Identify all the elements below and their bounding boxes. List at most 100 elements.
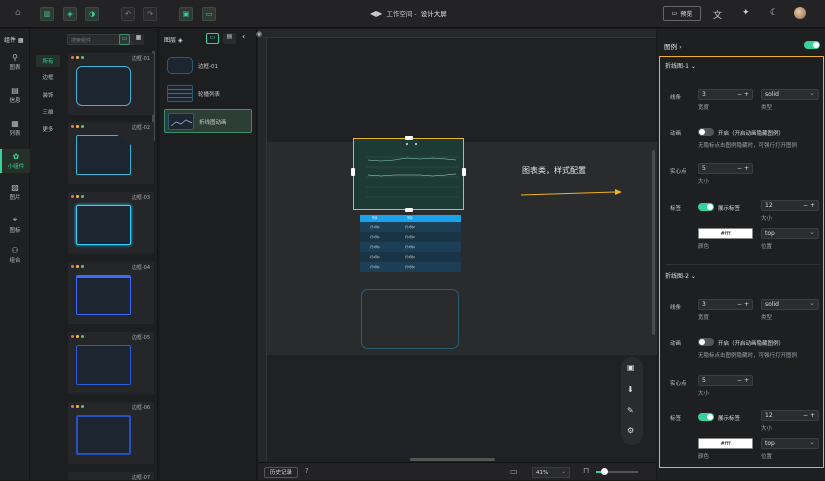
stepper-icon[interactable]: − + xyxy=(803,411,815,421)
layer-thumbnail xyxy=(167,57,193,74)
fit-screen-icon[interactable]: ▭ xyxy=(510,467,518,476)
component-card[interactable]: 边框-07 xyxy=(68,472,154,481)
stepper-icon[interactable]: − + xyxy=(737,90,749,100)
stepper-icon[interactable]: − + xyxy=(737,300,749,310)
component-card[interactable]: 边框-05 xyxy=(68,332,154,394)
collapse-icon[interactable]: ‹ xyxy=(242,32,245,41)
nav-item-info[interactable]: ▤ 信息 xyxy=(0,86,30,104)
stepper-icon[interactable]: − + xyxy=(737,376,749,386)
nav-item-image[interactable]: ▨ 图片 xyxy=(0,183,30,201)
resize-handle-right[interactable] xyxy=(462,168,466,176)
preview-button[interactable]: ▭ 预览 xyxy=(663,6,701,21)
tag-color-picker[interactable]: #fff xyxy=(698,438,753,449)
canvas-scrollbar-h[interactable] xyxy=(410,458,495,461)
subcat-decoration[interactable]: 装饰 xyxy=(36,89,60,101)
tag-position-select[interactable]: top xyxy=(761,437,819,449)
edit-icon[interactable]: ✎ xyxy=(627,406,634,415)
moon-icon[interactable]: ☾ xyxy=(770,8,778,18)
animation-option: 开启（开启动画隐藏图例） xyxy=(718,131,785,137)
undo-icon[interactable]: ↶ xyxy=(121,7,135,21)
lock-icon[interactable]: ⊓ xyxy=(583,466,589,475)
layers-icon[interactable]: ◈ xyxy=(63,7,77,21)
tag-size-label: 大小 xyxy=(761,426,773,432)
table-row: 行1列1 行1列2 xyxy=(360,222,461,232)
tag-size-input[interactable]: 12− + xyxy=(761,410,819,421)
color-label: 颜色 xyxy=(698,244,710,250)
help-icon[interactable]: ? xyxy=(305,467,309,475)
layer-item[interactable]: 轮播列表 xyxy=(164,82,252,106)
section-title[interactable]: 折线图-2 ⌄ xyxy=(665,271,696,280)
bar-chart-icon[interactable]: ▥ xyxy=(40,7,54,21)
resize-handle-bottom[interactable] xyxy=(405,208,413,212)
thumbnail-view-icon[interactable]: ▭ xyxy=(206,33,219,44)
subcat-3d[interactable]: 三维 xyxy=(36,106,60,118)
download-icon[interactable]: ⬇ xyxy=(627,385,634,394)
eye-icon[interactable]: ◉ xyxy=(256,30,262,38)
subcat-border[interactable]: 边框 xyxy=(36,71,60,83)
settings-icon[interactable]: ⚙ xyxy=(627,426,634,435)
component-card[interactable]: 边框-06 xyxy=(68,402,154,464)
tag-size-input[interactable]: 12− + xyxy=(761,200,819,211)
layer-item[interactable]: 边框-01 xyxy=(164,54,252,78)
grid-view-icon[interactable]: ▦ xyxy=(133,34,144,45)
line-type-select[interactable]: solid xyxy=(761,298,819,310)
tag-position-select[interactable]: top xyxy=(761,227,819,239)
component-card[interactable]: 边框-03 xyxy=(68,192,154,254)
workspace-label[interactable]: 工作空间 - xyxy=(386,8,416,18)
legend-toggle[interactable] xyxy=(804,41,820,49)
component-card[interactable]: 边框-02 xyxy=(68,122,154,184)
resize-handle-top[interactable] xyxy=(405,136,413,140)
search-input[interactable]: 搜索组件⚲ xyxy=(67,34,143,45)
component-card[interactable]: 边框-04 xyxy=(68,262,154,324)
zoom-slider-handle[interactable] xyxy=(601,468,608,475)
line-width-input[interactable]: 3− + xyxy=(698,89,753,100)
nav-item-chart[interactable]: ⚲ 图表 xyxy=(0,53,30,71)
animation-toggle[interactable] xyxy=(698,338,714,346)
canvas-scrollbar[interactable] xyxy=(652,150,655,335)
carousel-table-widget[interactable]: 列1 列2 行1列1 行1列2 行2列1 行2列2 行3列1 行3列2 行4列1 行4列2… xyxy=(360,215,461,273)
nav-item-group[interactable]: ⚇ 组合 xyxy=(0,246,30,264)
stepper-icon[interactable]: − + xyxy=(803,201,815,211)
tag-color-picker[interactable]: #fff xyxy=(698,228,753,239)
pie-icon[interactable]: ◑ xyxy=(85,7,99,21)
line-chart-widget[interactable] xyxy=(351,136,466,212)
point-size-input[interactable]: 5− + xyxy=(698,375,753,386)
home-icon[interactable]: ⌂ xyxy=(15,8,21,18)
text-view-icon[interactable]: ▤ xyxy=(223,33,236,44)
save-icon[interactable]: ▣ xyxy=(179,7,193,21)
tag-label: 标签 xyxy=(670,206,682,212)
section-title[interactable]: 折线图-1 ⌄ xyxy=(665,61,696,70)
subcat-all[interactable]: 所有 xyxy=(36,55,60,67)
show-tag-toggle[interactable] xyxy=(698,203,714,211)
subcat-more[interactable]: 更多 xyxy=(36,123,60,135)
component-card[interactable]: 边框-01 xyxy=(68,53,154,115)
show-tag-toggle[interactable] xyxy=(698,413,714,421)
screen-icon[interactable]: ▭ xyxy=(202,7,216,21)
chevron-right-icon: › xyxy=(679,43,682,51)
line-width-input[interactable]: 3− + xyxy=(698,299,753,310)
line-type-select[interactable]: solid xyxy=(761,88,819,100)
avatar[interactable] xyxy=(794,7,806,19)
point-size-input[interactable]: 5− + xyxy=(698,163,753,174)
redo-icon[interactable]: ↷ xyxy=(143,7,157,21)
project-name[interactable]: 设计大屏 xyxy=(421,8,447,18)
animation-toggle[interactable] xyxy=(698,128,714,136)
lock-icon[interactable]: ▣ xyxy=(627,363,635,372)
stepper-icon[interactable]: − + xyxy=(737,164,749,174)
config-header[interactable]: 图例 › xyxy=(664,41,682,51)
width-label: 宽度 xyxy=(698,105,710,111)
magic-wand-icon[interactable]: ✦ xyxy=(742,8,750,18)
nav-item-icon[interactable]: ⌖ 图标 xyxy=(0,215,30,234)
nav-item-list[interactable]: ▦ 列表 xyxy=(0,119,30,137)
resize-handle-left[interactable] xyxy=(351,168,355,176)
annotation-arrow xyxy=(520,189,622,196)
bottom-bar: 历史记录 ? ▭ 41% ⌄ ⊓ xyxy=(258,462,656,480)
nav-item-widget[interactable]: ✿ 小组件 xyxy=(0,149,30,173)
history-button[interactable]: 历史记录 xyxy=(264,467,298,478)
zoom-select[interactable]: 41% ⌄ xyxy=(532,467,570,478)
border-widget[interactable] xyxy=(361,289,459,349)
layer-item-selected[interactable]: 折线图动画 xyxy=(164,109,252,133)
translate-icon[interactable]: 文 xyxy=(713,8,722,21)
show-tag-label: 展示标签 xyxy=(718,206,741,212)
list-view-icon[interactable]: ▭ xyxy=(119,34,130,45)
